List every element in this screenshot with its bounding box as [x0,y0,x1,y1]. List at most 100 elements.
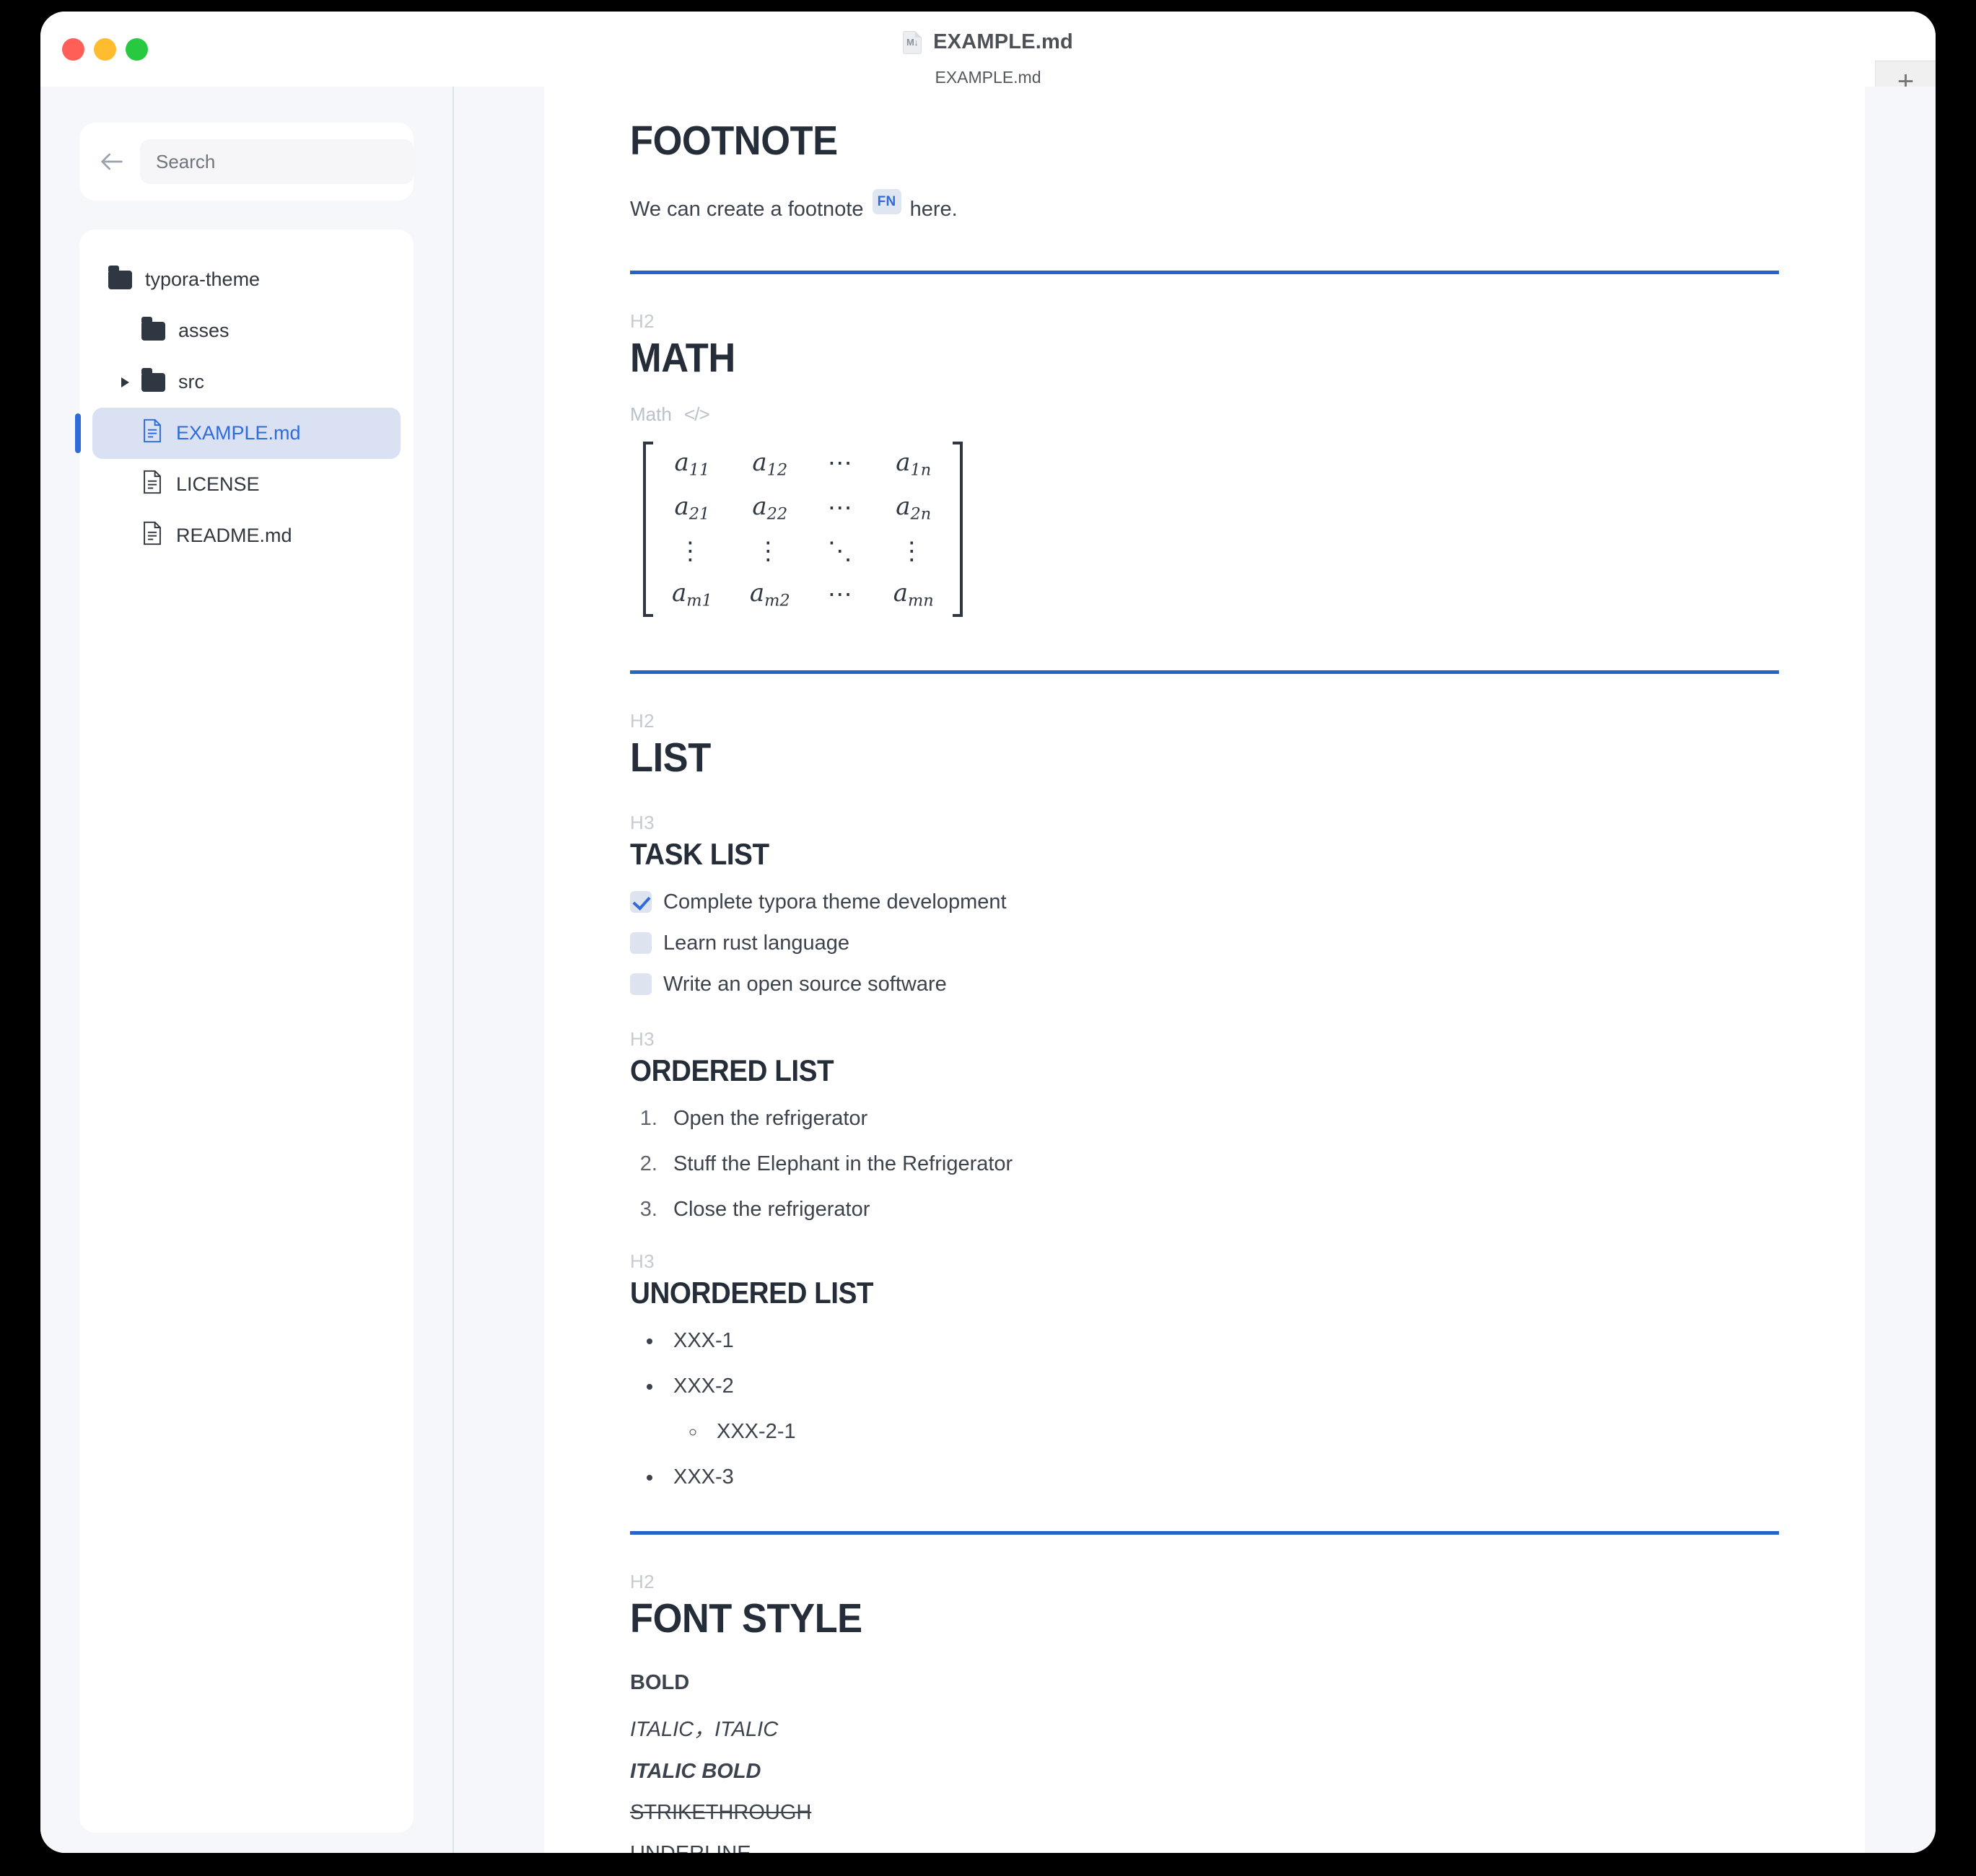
heading-tag-h2: H2 [630,1571,1779,1593]
font-style-samples: BOLD ITALIC，ITALIC ITALIC BOLD STRIKETHR… [630,1671,1779,1853]
footnote-paragraph: We can create a footnote FN here. [630,189,1779,226]
tab-example-md[interactable]: EXAMPLE.md [40,68,1936,87]
back-arrow-icon[interactable] [95,145,128,178]
window-title-group: M↓ EXAMPLE.md [40,30,1936,54]
search-input[interactable] [140,139,414,184]
list-item: Close the refrigerator [663,1198,1779,1222]
document-icon [141,470,163,499]
heading-tag-h3: H3 [630,1250,1779,1273]
list-item: XXX-1 [663,1329,1779,1353]
chevron-right-icon[interactable] [121,377,129,387]
heading-list: LIST [630,735,1687,781]
checkbox-unchecked[interactable] [630,973,652,995]
tree-item-label: EXAMPLE.md [176,422,301,444]
tab-bar: EXAMPLE.md [40,68,1936,87]
matrix-cell: a12 [731,442,809,486]
list-item: XXX-2 XXX-2-1 [663,1375,1779,1444]
list-item-label: XXX-2 [673,1375,734,1398]
tree-item-typora-theme[interactable]: typora-theme [92,254,401,305]
left-gutter [455,87,544,1853]
tree-item-asses[interactable]: asses [92,305,401,356]
matrix-cell: a2n [875,486,953,530]
list-item: XXX-3 [663,1465,1779,1489]
list-item: Open the refrigerator [663,1107,1779,1131]
heading-footnote: FOOTNOTE [630,118,1687,165]
sample-italic-bold: ITALIC BOLD [630,1760,1779,1784]
tree-item-label: typora-theme [145,268,260,291]
list-item: Stuff the Elephant in the Refrigerator [663,1152,1779,1176]
sidebar: typora-theme asses src [40,87,454,1853]
tree-item-label: src [178,371,204,393]
heading-math: MATH [630,336,1687,382]
matrix-cell: am1 [653,572,731,617]
heading-unordered-list: UNORDERED LIST [630,1276,1687,1310]
checkbox-unchecked[interactable] [630,932,652,954]
document-icon [141,521,163,551]
matrix-left-bracket [643,442,653,617]
matrix-cell: a21 [653,486,731,530]
markdown-file-icon: M↓ [903,31,922,54]
window-body: typora-theme asses src [40,87,1936,1853]
search-panel [79,123,414,201]
matrix-cell: ⋱ [809,530,875,572]
heading-font-style: FONT STYLE [630,1596,1687,1642]
file-tree: typora-theme asses src [79,229,414,1833]
matrix-cell: a11 [653,442,731,486]
horizontal-rule [630,271,1779,274]
task-label: Complete typora theme development [663,890,1007,914]
task-label: Learn rust language [663,932,849,955]
task-list-item[interactable]: Learn rust language [630,932,1779,955]
heading-tag-h2: H2 [630,310,1779,333]
matrix-row: a21 a22 ⋯ a2n [653,486,953,530]
sample-strikethrough: STRIKETHROUGH [630,1801,1779,1825]
window-title: EXAMPLE.md [933,30,1073,54]
folder-icon [141,322,165,341]
footnote-reference-badge[interactable]: FN [873,189,901,214]
title-bar: M↓ EXAMPLE.md EXAMPLE.md + [40,12,1936,87]
sample-italic: ITALIC，ITALIC [630,1712,1779,1743]
heading-tag-h3: H3 [630,1028,1779,1051]
folder-icon [141,373,165,392]
heading-ordered-list: ORDERED LIST [630,1053,1687,1088]
task-label: Write an open source software [663,973,947,996]
matrix-cell: a22 [731,486,809,530]
matrix-cell: ⋮ [875,530,953,572]
sample-underline: UNDERLINE [630,1842,1779,1853]
tree-item-label: asses [178,320,229,342]
horizontal-rule [630,670,1779,674]
nested-list-item: XXX-2-1 [707,1420,1779,1444]
task-list-item[interactable]: Write an open source software [630,973,1779,996]
footnote-text-before: We can create a footnote [630,198,864,221]
matrix-cell: am2 [731,572,809,617]
matrix-cell: ⋯ [809,572,875,617]
matrix-table: a11 a12 ⋯ a1n a21 a22 ⋯ a2n ⋮ ⋮ ⋱ [653,442,953,617]
folder-icon [108,271,132,289]
ordered-list: Open the refrigerator Stuff the Elephant… [663,1107,1779,1222]
matrix-cell: ⋮ [653,530,731,572]
document-editor[interactable]: FOOTNOTE We can create a footnote FN her… [544,87,1865,1853]
matrix-cell: ⋯ [809,442,875,486]
matrix-right-bracket [953,442,963,617]
checkbox-checked[interactable] [630,891,652,913]
task-list-item[interactable]: Complete typora theme development [630,890,1779,914]
math-block-label: Math </> [630,403,1779,426]
matrix-cell: ⋯ [809,486,875,530]
math-label-text: Math [630,403,672,425]
sample-bold: BOLD [630,1671,1779,1695]
horizontal-rule [630,1531,1779,1535]
task-list: Complete typora theme development Learn … [630,890,1779,996]
math-matrix: a11 a12 ⋯ a1n a21 a22 ⋯ a2n ⋮ ⋮ ⋱ [643,442,1779,617]
heading-tag-h3: H3 [630,812,1779,834]
tree-item-src[interactable]: src [92,356,401,408]
app-window: M↓ EXAMPLE.md EXAMPLE.md + [40,12,1936,1853]
matrix-cell: amn [875,572,953,617]
matrix-row: ⋮ ⋮ ⋱ ⋮ [653,530,953,572]
code-brackets-icon: </> [684,403,709,425]
matrix-row: a11 a12 ⋯ a1n [653,442,953,486]
tree-item-example-md[interactable]: EXAMPLE.md [92,408,401,459]
tree-item-readme-md[interactable]: README.md [92,510,401,561]
tree-item-license[interactable]: LICENSE [92,459,401,510]
nested-unordered-list: XXX-2-1 [707,1420,1779,1444]
tree-item-label: LICENSE [176,473,260,496]
tree-item-label: README.md [176,525,292,547]
